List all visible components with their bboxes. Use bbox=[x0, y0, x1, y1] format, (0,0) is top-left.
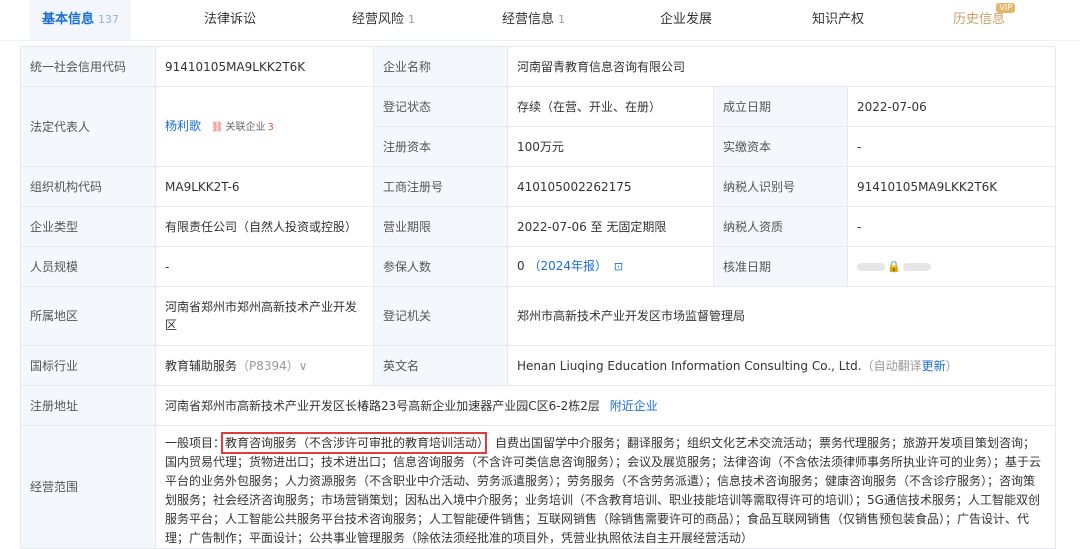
tab-count: 137 bbox=[98, 13, 120, 26]
address: 河南省郑州市高新技术产业开发区长椿路23号高新企业加速器产业园C区6-2栋2层 bbox=[165, 398, 600, 413]
legal-rep-link[interactable]: 杨利歌 bbox=[165, 119, 201, 133]
related-count: 3 bbox=[267, 121, 274, 133]
auto-translate-note: （自动翻译 bbox=[861, 358, 922, 373]
report-icon[interactable]: ⊡ bbox=[614, 260, 623, 273]
tab-label: 历史信息 bbox=[953, 12, 1006, 27]
tab-label: 经营风险 bbox=[352, 12, 405, 27]
company-name: 河南留青教育信息咨询有限公司 bbox=[506, 46, 1057, 87]
insured-cell: 0 （2024年报） ⊡ bbox=[507, 246, 714, 287]
paid-capital: - bbox=[846, 126, 1057, 167]
table-row: 国标行业 教育辅助服务（P8394）∨ 英文名 Henan Liuqing Ed… bbox=[20, 345, 1057, 386]
company-type-label: 企业类型 bbox=[20, 206, 156, 247]
table-row: 组织机构代码 MA9LKK2T-6 工商注册号 410105002262175 … bbox=[20, 166, 1057, 207]
tab-risk[interactable]: 经营风险 1 bbox=[352, 0, 415, 40]
tab-bar: 基本信息 137 法律诉讼 经营风险 1 经营信息 1 企业发展 知识产权 历史信息 V… bbox=[0, 0, 1080, 41]
scope-label: 经营范围 bbox=[20, 425, 156, 549]
nearby-link[interactable]: 附近企业 bbox=[610, 399, 658, 413]
industry-cell[interactable]: 教育辅助服务（P8394）∨ bbox=[155, 345, 374, 386]
tab-label: 经营信息 bbox=[502, 12, 555, 27]
industry-label: 国标行业 bbox=[20, 345, 156, 386]
reg-status-label: 登记状态 bbox=[373, 86, 508, 127]
related-icon: ⛓ bbox=[210, 121, 224, 133]
insured-count: 0 bbox=[517, 259, 525, 273]
industry: 教育辅助服务 bbox=[165, 358, 238, 373]
est-date-label: 成立日期 bbox=[713, 86, 848, 127]
approval-date-cell: 🔒 bbox=[846, 246, 1057, 287]
company-name-label: 企业名称 bbox=[373, 46, 508, 87]
reg-status: 存续（在营、开业、在册） bbox=[507, 86, 714, 127]
tab-legal[interactable]: 法律诉讼 bbox=[204, 0, 256, 40]
authority: 郑州市高新技术产业开发区市场监督管理局 bbox=[506, 286, 1057, 346]
table-row: 企业类型 有限责任公司（自然人投资或控股） 营业期限 2022-07-06 至 … bbox=[20, 206, 1057, 247]
biz-reg-no-label: 工商注册号 bbox=[373, 166, 508, 207]
tab-count: 1 bbox=[408, 13, 416, 26]
table-row: 所属地区 河南省郑州市郑州高新技术产业开发区 登记机关 郑州市高新技术产业开发区… bbox=[20, 286, 1057, 346]
table-row: 经营范围 一般项目：教育咨询服务（不含涉许可审批的教育培训活动）；自费出国留学中… bbox=[20, 425, 1057, 549]
tab-operation[interactable]: 经营信息 1 bbox=[502, 0, 565, 40]
related-companies-badge[interactable]: ⛓ 关联企业 3 bbox=[211, 119, 274, 137]
chevron-down-icon[interactable]: ∨ bbox=[299, 359, 308, 373]
company-type: 有限责任公司（自然人投资或控股） bbox=[155, 206, 374, 247]
region: 河南省郑州市郑州高新技术产业开发区 bbox=[155, 286, 374, 346]
address-cell: 河南省郑州市高新技术产业开发区长椿路23号高新企业加速器产业园C区6-2栋2层 … bbox=[154, 385, 1057, 426]
company-info-table: 统一社会信用代码 91410105MA9LKK2T6K 企业名称 河南留青教育信… bbox=[20, 46, 1057, 549]
update-link[interactable]: 更新 bbox=[922, 359, 946, 373]
english-name-cell: Henan Liuqing Education Information Cons… bbox=[506, 345, 1057, 386]
tab-label: 基本信息 bbox=[42, 12, 95, 27]
taxpayer-qual-label: 纳税人资质 bbox=[713, 206, 848, 247]
business-scope: 一般项目：教育咨询服务（不含涉许可审批的教育培训活动）；自费出国留学中介服务；翻… bbox=[165, 432, 1046, 548]
paid-capital-label: 实缴资本 bbox=[713, 126, 848, 167]
tab-history[interactable]: 历史信息 VIP bbox=[953, 0, 1016, 40]
table-row: 人员规模 - 参保人数 0 （2024年报） ⊡ 核准日期 🔒 bbox=[20, 246, 1057, 287]
biz-reg-no: 410105002262175 bbox=[507, 166, 714, 207]
tab-label: 企业发展 bbox=[660, 12, 713, 27]
scope-rest: ；自费出国留学中介服务；翻译服务；组织文化艺术交流活动；票务代理服务；旅游开发项… bbox=[165, 436, 1042, 545]
taxpayer-id-label: 纳税人识别号 bbox=[713, 166, 848, 207]
english-name-label: 英文名 bbox=[373, 345, 508, 386]
address-label: 注册地址 bbox=[20, 385, 156, 426]
tab-basic-info[interactable]: 基本信息 137 bbox=[30, 0, 132, 40]
highlighted-scope: 教育咨询服务（不含涉许可审批的教育培训活动） bbox=[221, 432, 488, 454]
staff-size-label: 人员规模 bbox=[20, 246, 156, 287]
vip-badge: VIP bbox=[996, 3, 1016, 13]
scope-prefix: 一般项目： bbox=[165, 436, 226, 450]
table-row: 统一社会信用代码 91410105MA9LKK2T6K 企业名称 河南留青教育信… bbox=[20, 46, 1057, 87]
tab-ip[interactable]: 知识产权 bbox=[812, 0, 864, 40]
annual-report-link[interactable]: （2024年报） bbox=[528, 259, 607, 273]
english-name: Henan Liuqing Education Information Cons… bbox=[517, 358, 862, 373]
authority-label: 登记机关 bbox=[373, 286, 508, 346]
tab-label: 法律诉讼 bbox=[204, 12, 257, 27]
reg-capital-label: 注册资本 bbox=[373, 126, 508, 167]
table-row: 注册地址 河南省郑州市高新技术产业开发区长椿路23号高新企业加速器产业园C区6-… bbox=[20, 385, 1057, 426]
biz-term: 2022-07-06 至 无固定期限 bbox=[507, 206, 714, 247]
approval-date-label: 核准日期 bbox=[713, 246, 848, 287]
insured-label: 参保人数 bbox=[373, 246, 508, 287]
tab-count: 1 bbox=[558, 13, 566, 26]
region-label: 所属地区 bbox=[20, 286, 156, 346]
blurred-value bbox=[857, 262, 885, 271]
lock-icon[interactable]: 🔒 bbox=[887, 260, 901, 273]
est-date: 2022-07-06 bbox=[846, 86, 1057, 127]
credit-code-label: 统一社会信用代码 bbox=[20, 46, 156, 87]
tab-label: 知识产权 bbox=[812, 12, 865, 27]
taxpayer-id: 91410105MA9LKK2T6K bbox=[846, 166, 1057, 207]
scope-cell: 一般项目：教育咨询服务（不含涉许可审批的教育培训活动）；自费出国留学中介服务；翻… bbox=[154, 425, 1057, 549]
industry-code: （P8394） bbox=[237, 358, 299, 373]
table-row: 法定代表人 杨利歌 ⛓ 关联企业 3 登记状态 存续（在营、开业、在册） 成立日期 … bbox=[20, 86, 1057, 167]
taxpayer-qual: - bbox=[846, 206, 1057, 247]
org-code-label: 组织机构代码 bbox=[20, 166, 156, 207]
close-paren: ） bbox=[945, 358, 958, 373]
blurred-value bbox=[902, 262, 931, 271]
staff-size: - bbox=[155, 246, 374, 287]
tab-development[interactable]: 企业发展 bbox=[660, 0, 712, 40]
biz-term-label: 营业期限 bbox=[373, 206, 508, 247]
credit-code: 91410105MA9LKK2T6K bbox=[155, 46, 374, 87]
reg-capital: 100万元 bbox=[507, 126, 714, 167]
legal-rep-cell: 杨利歌 ⛓ 关联企业 3 bbox=[155, 86, 374, 167]
legal-rep-label: 法定代表人 bbox=[20, 86, 156, 167]
org-code: MA9LKK2T-6 bbox=[155, 166, 374, 207]
related-label: 关联企业 bbox=[225, 121, 266, 133]
